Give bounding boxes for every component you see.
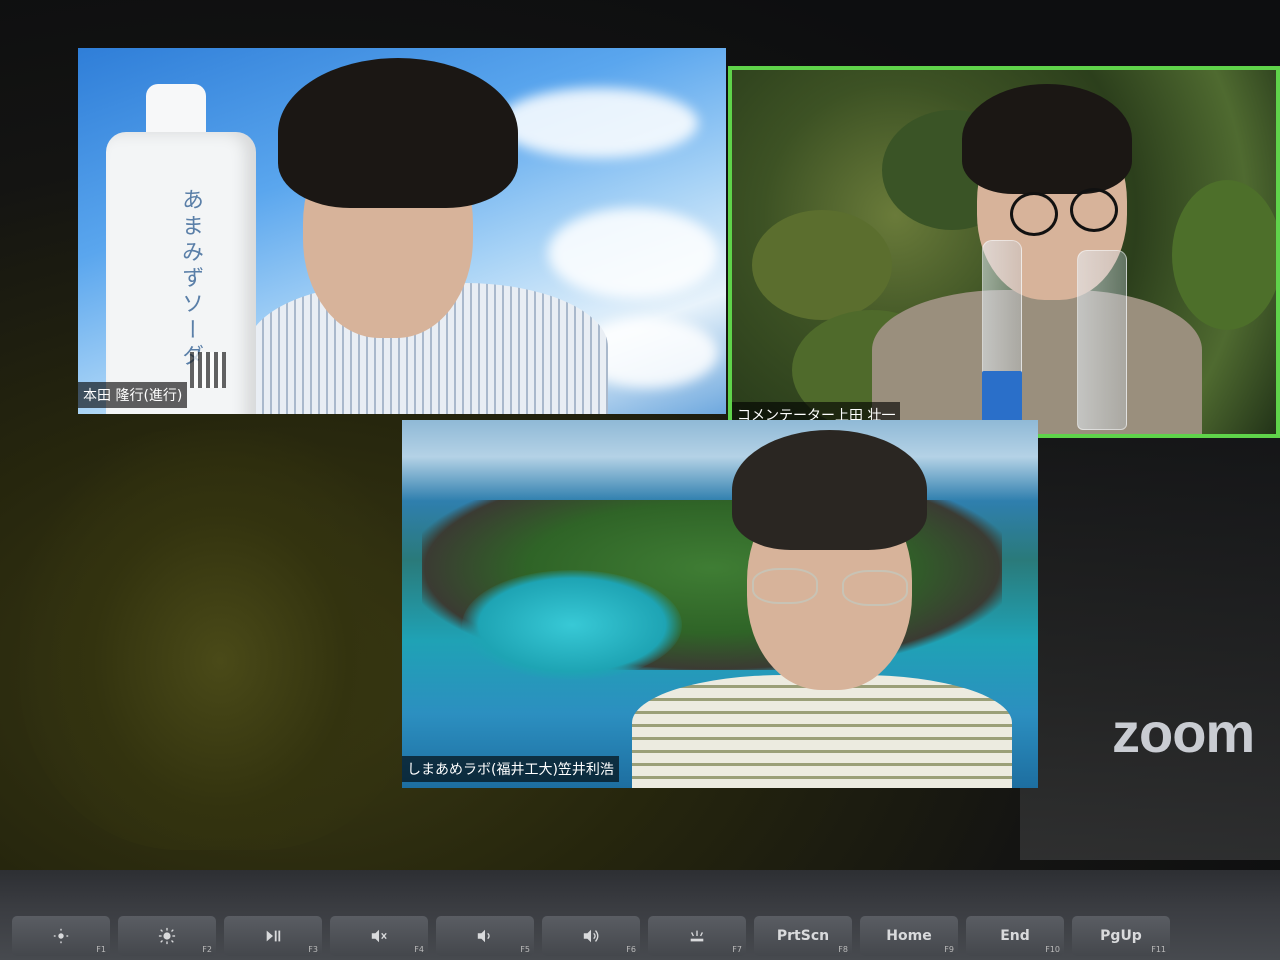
laptop-keyboard: F1 F2 F3 F4 F5 F6 F7 PrtScn F8 Home F9 E… (0, 870, 1280, 960)
soda-bottle: あまみずソーダ (106, 132, 256, 414)
fn-label: F4 (414, 945, 424, 954)
screen-reflection (20, 430, 420, 850)
fn-label: F7 (732, 945, 742, 954)
cloud (548, 208, 718, 298)
fn-label: F8 (838, 945, 848, 954)
fn-label: F6 (626, 945, 636, 954)
shirt (632, 675, 1012, 788)
volume-down-icon (477, 929, 490, 943)
shirt (872, 290, 1202, 434)
zoom-meeting-screen: あまみずソーダ 本田 隆行(進行) コメンテーター上田 壮一 しまあめラボ(福井… (0, 0, 1280, 870)
glasses-left (752, 568, 818, 604)
glasses-left (1010, 192, 1058, 236)
key-f7[interactable]: F7 (648, 916, 746, 956)
participant-name-3: しまあめラボ(福井工大)笠井利浩 (402, 756, 619, 782)
key-prtscn[interactable]: PrtScn F8 (754, 916, 852, 956)
bottle-label: あまみずソーダ (178, 188, 203, 370)
key-f6[interactable]: F6 (542, 916, 640, 956)
function-key-row: F1 F2 F3 F4 F5 F6 F7 PrtScn F8 Home F9 E… (12, 916, 1170, 956)
participant-name-1: 本田 隆行(進行) (78, 382, 188, 408)
tree (752, 210, 892, 320)
fn-label: F9 (944, 945, 954, 954)
volume-up-icon (583, 929, 599, 943)
glasses-right (1070, 188, 1118, 232)
lagoon (462, 570, 682, 680)
key-f4[interactable]: F4 (330, 916, 428, 956)
video-tile-3[interactable]: しまあめラボ(福井工大)笠井利浩 (402, 420, 1038, 788)
key-f5[interactable]: F5 (436, 916, 534, 956)
video-tile-2-active-speaker[interactable]: コメンテーター上田 壮一 (728, 66, 1280, 438)
zoom-logo: zoom (1112, 701, 1255, 764)
play-pause-icon (266, 930, 281, 942)
brightness-low-icon (53, 928, 69, 944)
tree (1172, 180, 1276, 330)
key-end[interactable]: End F10 (966, 916, 1064, 956)
qr-code (190, 352, 226, 388)
fn-label: F5 (520, 945, 530, 954)
fn-label: F3 (308, 945, 318, 954)
key-home[interactable]: Home F9 (860, 916, 958, 956)
key-label: Home (886, 928, 932, 944)
fn-label: F11 (1151, 945, 1166, 954)
key-pgup[interactable]: PgUp F11 (1072, 916, 1170, 956)
key-label: End (1000, 928, 1030, 944)
brightness-high-icon (158, 927, 176, 945)
mute-icon (371, 929, 387, 943)
hair (962, 84, 1132, 194)
key-f1[interactable]: F1 (12, 916, 110, 956)
fn-label: F2 (202, 945, 212, 954)
backlight-icon (690, 930, 704, 942)
glasses-right (842, 570, 908, 606)
hair (278, 58, 518, 208)
screen-reflection-right (1020, 430, 1280, 860)
glass-bottle (982, 240, 1022, 431)
key-label: PrtScn (776, 928, 830, 944)
key-f2[interactable]: F2 (118, 916, 216, 956)
glass-bottle (1077, 250, 1127, 430)
hair (732, 430, 927, 550)
video-tile-1[interactable]: あまみずソーダ 本田 隆行(進行) (78, 48, 726, 414)
fn-label: F1 (96, 945, 106, 954)
cloud (498, 88, 698, 158)
key-f3[interactable]: F3 (224, 916, 322, 956)
fn-label: F10 (1045, 945, 1060, 954)
key-label: PgUp (1100, 928, 1142, 944)
